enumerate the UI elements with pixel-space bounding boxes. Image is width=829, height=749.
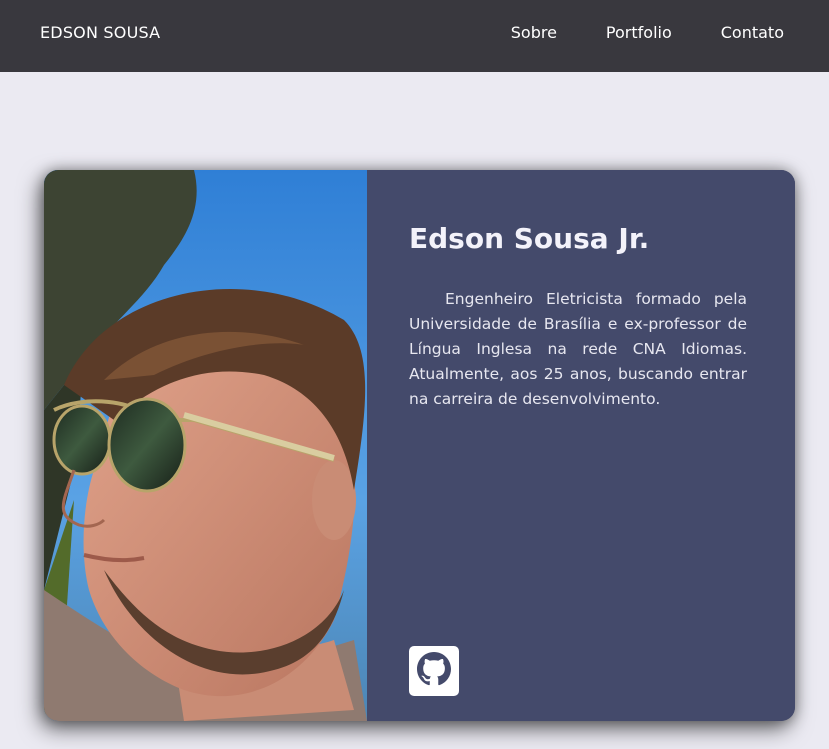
- profile-info-panel: Edson Sousa Jr. Engenheiro Eletricista f…: [367, 170, 795, 721]
- brand-logo[interactable]: EDSON SOUSA: [40, 23, 160, 42]
- github-button[interactable]: [409, 646, 459, 696]
- nav-link-contato[interactable]: Contato: [721, 23, 784, 42]
- nav-link-portfolio[interactable]: Portfolio: [606, 23, 672, 42]
- nav-link-sobre[interactable]: Sobre: [511, 23, 557, 42]
- nav-links: Sobre Portfolio Contato: [511, 23, 784, 42]
- navbar: EDSON SOUSA Sobre Portfolio Contato: [0, 0, 829, 72]
- profile-photo-illustration: [44, 170, 367, 721]
- profile-name: Edson Sousa Jr.: [409, 222, 650, 255]
- github-icon: [417, 652, 451, 690]
- profile-photo: [44, 170, 367, 721]
- profile-bio: Engenheiro Eletricista formado pela Univ…: [409, 290, 747, 408]
- profile-card: Edson Sousa Jr. Engenheiro Eletricista f…: [44, 170, 795, 721]
